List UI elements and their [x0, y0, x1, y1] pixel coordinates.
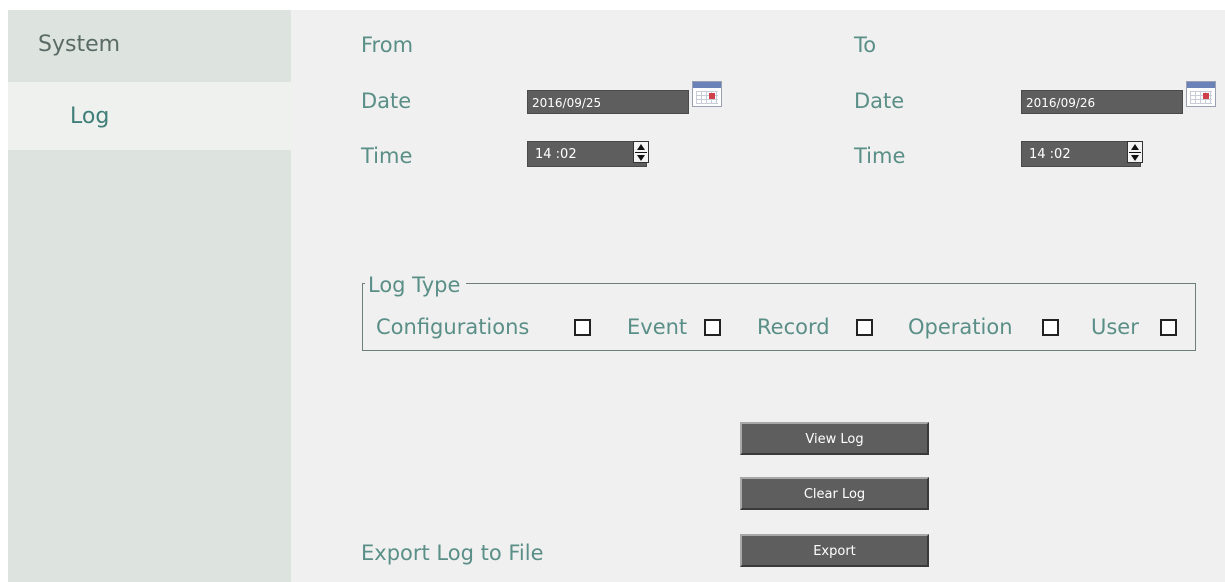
from-time-spinner-icon[interactable] — [633, 141, 649, 163]
from-calendar-icon[interactable] — [692, 81, 722, 107]
to-time-input[interactable]: 14 :02 — [1021, 141, 1141, 167]
clear-log-button[interactable]: Clear Log — [740, 477, 929, 510]
to-date-label: Date — [854, 89, 905, 113]
log-panel: From Date 2016/09/25 Time 14 :02 To Date… — [291, 10, 1225, 582]
log-type-label-event: Event — [627, 315, 688, 339]
sidebar-item-log[interactable]: Log — [8, 82, 291, 150]
from-date-label: Date — [361, 89, 412, 113]
to-heading: To — [854, 33, 877, 57]
log-type-checkbox-user[interactable] — [1160, 319, 1177, 336]
sidebar: System Log — [8, 10, 291, 582]
sidebar-heading: System — [38, 32, 121, 57]
to-calendar-icon[interactable] — [1186, 81, 1216, 107]
log-type-checkbox-operation[interactable] — [1042, 319, 1059, 336]
export-log-label: Export Log to File — [361, 541, 544, 565]
log-type-label-user: User — [1091, 315, 1139, 339]
from-time-label: Time — [361, 144, 413, 168]
to-time-spinner-icon[interactable] — [1127, 141, 1143, 163]
log-type-checkbox-event[interactable] — [704, 319, 721, 336]
log-type-legend: Log Type — [365, 273, 467, 297]
from-date-input[interactable]: 2016/09/25 — [527, 90, 689, 114]
export-button[interactable]: Export — [740, 534, 929, 567]
from-heading: From — [361, 33, 414, 57]
log-type-label-configurations: Configurations — [376, 315, 530, 339]
log-type-checkbox-configurations[interactable] — [574, 319, 591, 336]
view-log-button[interactable]: View Log — [740, 422, 929, 455]
from-time-input[interactable]: 14 :02 — [527, 141, 647, 167]
to-date-input[interactable]: 2016/09/26 — [1021, 90, 1183, 114]
log-type-checkbox-record[interactable] — [856, 319, 873, 336]
to-time-label: Time — [854, 144, 906, 168]
log-type-label-record: Record — [757, 315, 830, 339]
log-type-label-operation: Operation — [908, 315, 1013, 339]
